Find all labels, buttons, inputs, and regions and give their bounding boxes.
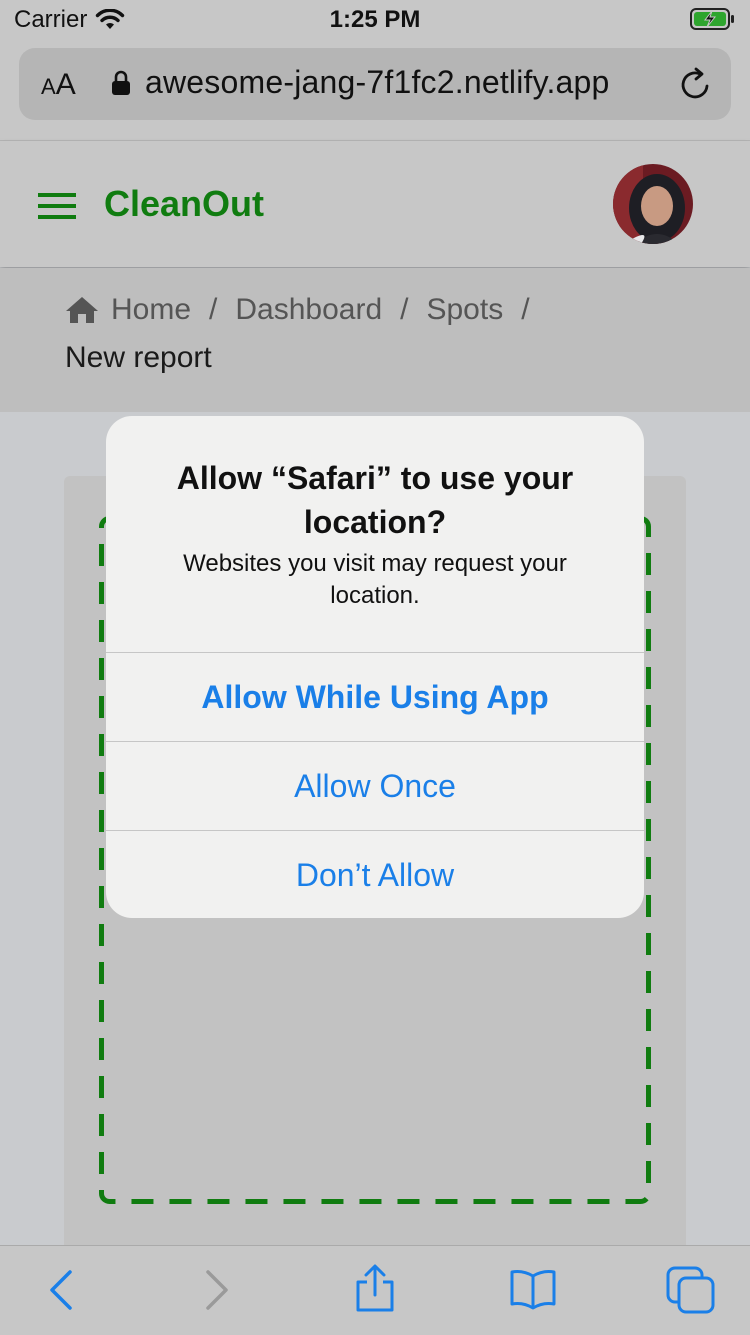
brand-logo-text[interactable]: CleanOut <box>104 183 264 225</box>
app-header: CleanOut <box>0 141 750 267</box>
breadcrumb-spots[interactable]: Spots <box>426 286 503 334</box>
breadcrumb-dashboard[interactable]: Dashboard <box>235 286 382 334</box>
location-permission-dialog: Allow “Safari” to use your location? Web… <box>106 416 644 918</box>
breadcrumb-separator: / <box>209 293 218 326</box>
url-text[interactable]: awesome-jang-7f1fc2.netlify.app <box>145 64 610 101</box>
breadcrumb-home[interactable]: Home <box>111 286 191 334</box>
lock-icon <box>112 70 130 95</box>
allow-while-using-app-button[interactable]: Allow While Using App <box>106 652 644 741</box>
home-icon[interactable] <box>65 295 99 325</box>
battery-icon <box>690 8 734 30</box>
back-icon[interactable] <box>46 1268 76 1312</box>
text-size-button[interactable]: AA <box>41 68 76 102</box>
dialog-title: Allow “Safari” to use your location? <box>176 460 574 540</box>
dont-allow-button[interactable]: Don’t Allow <box>106 830 644 918</box>
status-bar: Carrier 1:25 PM <box>0 0 750 40</box>
breadcrumb-separator: / <box>521 293 530 326</box>
allow-once-button[interactable]: Allow Once <box>106 741 644 830</box>
forward-icon[interactable] <box>202 1268 232 1312</box>
bookmarks-icon[interactable] <box>509 1268 557 1310</box>
tabs-icon[interactable] <box>666 1266 716 1314</box>
browser-address-area: AA awesome-jang-7f1fc2.netlify.app <box>0 40 750 141</box>
avatar[interactable] <box>613 164 693 244</box>
breadcrumb-separator: / <box>400 293 409 326</box>
avatar-image <box>613 164 693 244</box>
clock: 1:25 PM <box>329 6 421 33</box>
menu-icon[interactable] <box>38 193 76 219</box>
reload-icon[interactable] <box>679 66 713 102</box>
address-bar[interactable]: AA awesome-jang-7f1fc2.netlify.app <box>19 48 731 120</box>
breadcrumb-current: New report <box>65 341 212 374</box>
dialog-message: Websites you visit may request your loca… <box>183 550 567 609</box>
browser-toolbar <box>0 1245 750 1335</box>
share-icon[interactable] <box>354 1264 396 1314</box>
breadcrumb: Home / Dashboard / Spots / New report <box>0 268 750 412</box>
